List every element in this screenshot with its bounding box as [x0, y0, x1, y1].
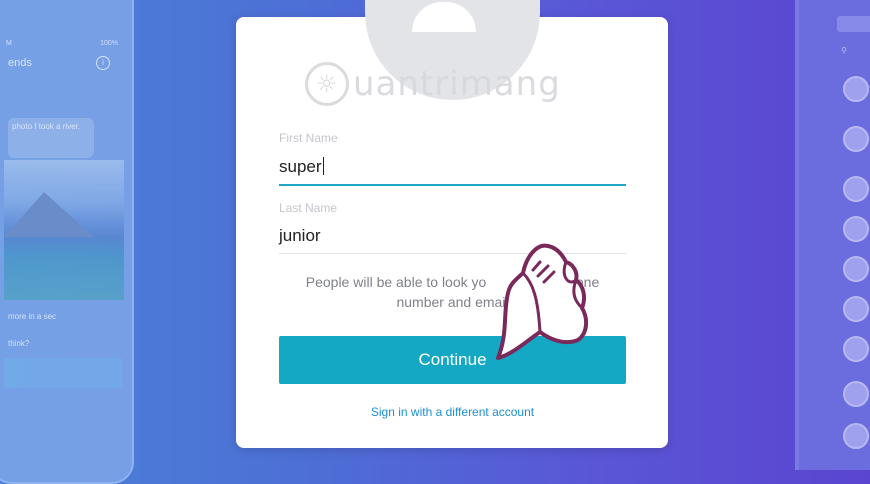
contact-avatar [843, 76, 869, 102]
phone-message-text: think? [8, 339, 30, 348]
phone-status-time: M [6, 40, 12, 47]
contact-avatar [843, 296, 869, 322]
phone-chat-title: ends [8, 57, 32, 69]
contact-avatar [843, 423, 869, 449]
search-icon: ⚲ [841, 46, 847, 55]
watermark-text: uantrimang [353, 64, 561, 104]
first-name-label: First Name [279, 131, 338, 145]
last-name-input[interactable]: junior [279, 226, 321, 246]
phone-header-bar [837, 16, 870, 32]
watermark-logo: ☼ uantrimang [303, 62, 613, 114]
contact-avatar [843, 336, 869, 362]
text-caret [322, 157, 324, 175]
last-name-value: junior [279, 226, 321, 245]
first-name-input[interactable]: super [279, 157, 324, 177]
info-icon: i [96, 56, 110, 70]
contact-avatar [843, 216, 869, 242]
contact-avatar [843, 176, 869, 202]
phone-status-bar: M 100% [6, 40, 118, 47]
phone-message-bubble: photo I took a river. [8, 118, 94, 158]
contact-avatar [843, 381, 869, 407]
background-phone-right: ⚲ [795, 0, 870, 470]
background-phone-left: M 100% ends i photo I took a river. more… [0, 0, 134, 484]
pointing-hand-icon [496, 243, 589, 360]
phone-message-bubble-blue [4, 358, 122, 388]
info-line-1-start: People will be able to look yo [305, 274, 487, 290]
first-name-underline [279, 184, 626, 186]
first-name-value: super [279, 157, 322, 176]
contact-avatar [843, 256, 869, 282]
lightbulb-icon: ☼ [305, 62, 349, 106]
mountain-shape [4, 192, 94, 237]
last-name-label: Last Name [279, 201, 338, 215]
phone-battery-text: 100% [100, 40, 118, 47]
sign-in-different-account-link[interactable]: Sign in with a different account [279, 405, 626, 419]
phone-message-text: more in a sec [8, 312, 57, 321]
contact-avatar [843, 126, 869, 152]
